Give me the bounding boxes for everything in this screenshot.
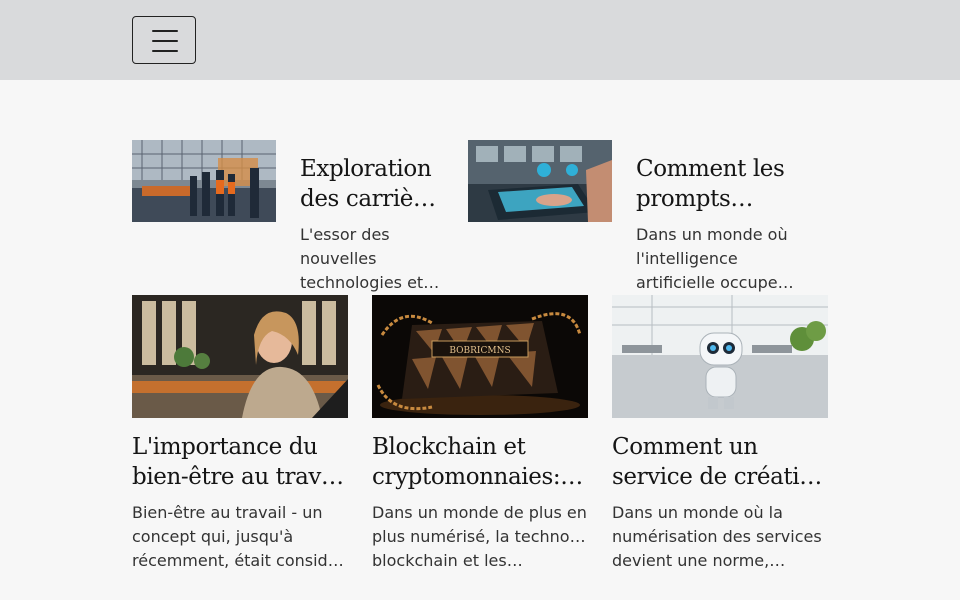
article-title[interactable]: L'importance du bien-être au travai… [132,432,348,492]
laptop-hands-image[interactable] [468,140,612,222]
article-title[interactable]: Blockchain et cryptomonnaies: u… [372,432,588,492]
smiling-woman-office-image[interactable] [132,295,348,418]
article-card[interactable]: Comment un service de création… Dans un … [612,295,828,575]
svg-text:BOBRICMNS: BOBRICMNS [449,346,510,356]
featured-article-card[interactable]: Exploration des carrière… L'essor des no… [132,140,448,295]
article-title[interactable]: Comment les prompts… [636,154,796,214]
article-card[interactable]: L'importance du bien-être au travai… Bie… [132,295,348,575]
article-excerpt: Dans un monde où la numérisation des ser… [612,503,822,570]
article-excerpt: L'essor des nouvelles technologies et… [300,225,440,292]
crypto-chain-object-image[interactable]: BOBRICMNS [372,295,588,418]
article-excerpt: Dans un monde où l'intelligence artifici… [636,225,794,292]
menu-toggle-button[interactable] [132,16,196,64]
article-title[interactable]: Exploration des carrière… [300,154,446,214]
robot-office-image[interactable] [612,295,828,418]
top-bar [0,0,960,80]
article-card[interactable]: BOBRICMNS Blockchain et cryptomonnaies: … [372,295,588,575]
article-excerpt: Bien-être au travail - un concept qui, j… [132,503,348,570]
featured-article-card[interactable]: Comment les prompts… Dans un monde où l'… [468,140,798,295]
article-excerpt: Dans un monde de plus en plus numérisé, … [372,503,588,570]
workers-in-factory-image[interactable] [132,140,276,222]
article-title[interactable]: Comment un service de création… [612,432,828,492]
